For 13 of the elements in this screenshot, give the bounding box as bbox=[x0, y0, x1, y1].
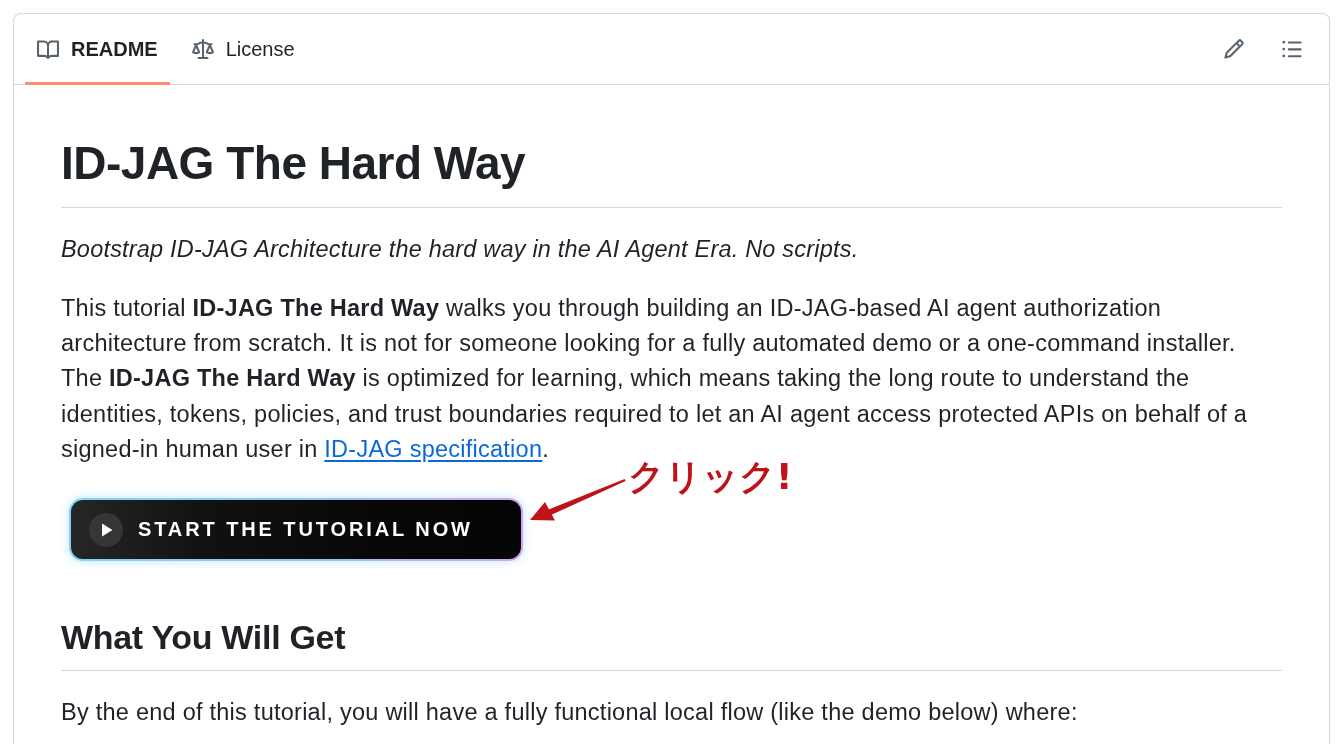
start-tutorial-button[interactable]: START THE TUTORIAL NOW bbox=[69, 498, 523, 561]
readme-title: ID-JAG The Hard Way bbox=[61, 135, 1282, 208]
spec-link[interactable]: ID-JAG specification bbox=[324, 435, 543, 462]
book-icon bbox=[37, 38, 59, 61]
section-paragraph: By the end of this tutorial, you will have a fully functional local flow (like the demo below) where: bbox=[61, 697, 1079, 727]
tab[interactable]: README bbox=[25, 14, 170, 85]
scales-icon bbox=[191, 38, 214, 61]
tagline: Bootstrap ID-JAG Architecture the hard way in the AI Agent Era. No scripts. bbox=[61, 234, 860, 264]
section-heading: What You Will Get bbox=[61, 616, 1282, 671]
pencil-icon bbox=[1223, 38, 1245, 60]
list-icon bbox=[1281, 38, 1303, 60]
tab[interactable]: License bbox=[179, 14, 307, 85]
play-icon bbox=[89, 512, 123, 547]
